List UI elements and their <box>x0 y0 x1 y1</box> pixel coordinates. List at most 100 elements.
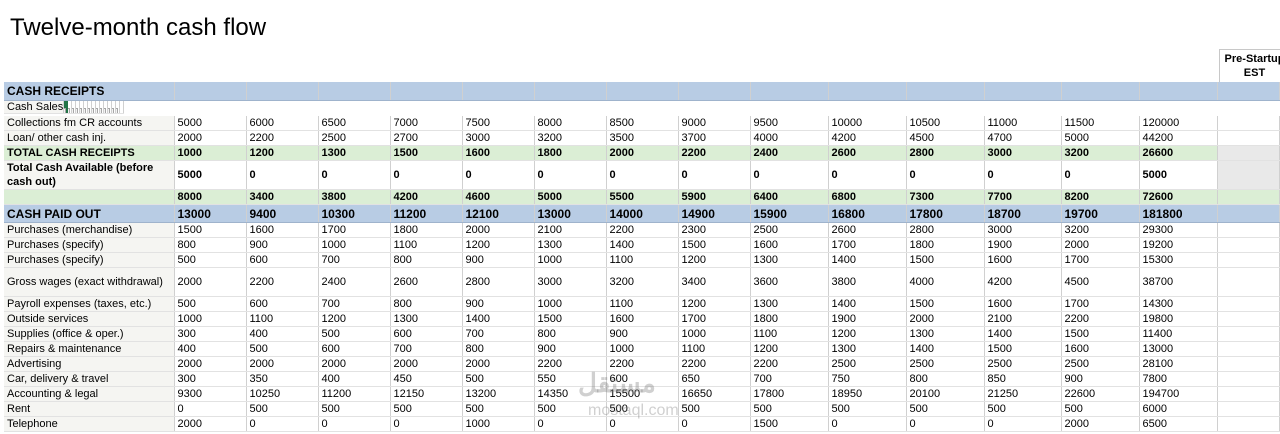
dropdown-arrow-icon[interactable] <box>95 107 99 113</box>
value-cell[interactable]: 2500 <box>318 130 391 146</box>
value-cell[interactable]: 1400 <box>606 237 679 253</box>
value-cell[interactable]: 1600 <box>984 296 1062 312</box>
value-cell[interactable]: 12100 <box>462 204 535 223</box>
value-cell[interactable]: 1200 <box>678 296 751 312</box>
value-cell[interactable]: 300 <box>174 371 247 387</box>
value-cell[interactable]: 4000 <box>750 130 829 146</box>
value-cell[interactable]: 0 <box>318 160 391 190</box>
value-cell[interactable]: 400 <box>246 326 319 342</box>
value-cell[interactable]: 1700 <box>678 311 751 327</box>
value-cell[interactable]: 900 <box>1061 371 1140 387</box>
value-cell[interactable]: 800 <box>174 237 247 253</box>
value-cell[interactable]: 2000 <box>390 356 463 372</box>
row-label[interactable]: Car, delivery & travel <box>4 371 175 387</box>
value-cell[interactable]: 800 <box>390 252 463 268</box>
pre-startup-cell[interactable] <box>1217 145 1280 161</box>
value-cell[interactable]: 1100 <box>606 252 679 268</box>
value-cell[interactable]: 4500 <box>1061 267 1140 297</box>
value-cell[interactable]: 16650 <box>678 386 751 402</box>
value-cell[interactable]: 2500 <box>750 222 829 238</box>
value-cell[interactable] <box>1061 82 1140 101</box>
value-cell[interactable]: 1200 <box>462 237 535 253</box>
value-cell[interactable]: 1100 <box>750 326 829 342</box>
value-cell[interactable]: 1000 <box>678 326 751 342</box>
value-cell[interactable]: 2400 <box>750 145 829 161</box>
value-cell[interactable]: 14300 <box>1139 296 1218 312</box>
value-cell[interactable]: 2000 <box>906 311 985 327</box>
value-cell[interactable]: 17800 <box>906 204 985 223</box>
value-cell[interactable]: 19800 <box>1139 311 1218 327</box>
pre-startup-cell[interactable] <box>1217 204 1280 223</box>
value-cell[interactable]: 1300 <box>534 237 607 253</box>
value-cell[interactable]: 6400 <box>750 189 829 205</box>
value-cell[interactable]: 500 <box>678 401 751 417</box>
value-cell[interactable]: 44200 <box>1139 130 1218 146</box>
value-cell[interactable]: 4200 <box>984 267 1062 297</box>
value-cell[interactable]: 300 <box>174 326 247 342</box>
value-cell[interactable]: 2600 <box>828 145 907 161</box>
value-cell[interactable]: 500 <box>1061 401 1140 417</box>
value-cell[interactable] <box>606 82 679 101</box>
value-cell[interactable]: 5000 <box>1061 130 1140 146</box>
value-cell[interactable]: 2500 <box>828 356 907 372</box>
value-cell[interactable]: 3200 <box>1061 145 1140 161</box>
value-cell[interactable]: 0 <box>906 416 985 432</box>
value-cell[interactable]: 2000 <box>174 416 247 432</box>
value-cell[interactable]: 1800 <box>906 237 985 253</box>
row-label[interactable]: Supplies (office & oper.) <box>4 326 175 342</box>
value-cell[interactable]: 0 <box>534 160 607 190</box>
value-cell[interactable]: 0 <box>828 160 907 190</box>
pre-startup-cell[interactable] <box>1217 189 1280 205</box>
value-cell[interactable]: 22600 <box>1061 386 1140 402</box>
dropdown-arrow-icon[interactable] <box>67 107 71 113</box>
value-cell[interactable]: 650 <box>678 371 751 387</box>
value-cell[interactable]: 9500 <box>750 115 829 131</box>
value-cell[interactable]: 1500 <box>390 145 463 161</box>
value-cell[interactable]: 2200 <box>1061 311 1140 327</box>
value-cell[interactable]: 500 <box>318 401 391 417</box>
value-cell[interactable]: 1600 <box>606 311 679 327</box>
value-cell[interactable]: 500 <box>246 401 319 417</box>
value-cell[interactable]: 1000 <box>174 311 247 327</box>
value-cell[interactable]: 2100 <box>534 222 607 238</box>
value-cell[interactable]: 1500 <box>534 311 607 327</box>
value-cell[interactable]: 2000 <box>318 356 391 372</box>
value-cell[interactable]: 2200 <box>678 145 751 161</box>
dropdown-arrow-icon[interactable] <box>75 107 79 113</box>
row-label[interactable]: Rent <box>4 401 175 417</box>
value-cell[interactable]: 194700 <box>1139 386 1218 402</box>
value-cell[interactable]: 3000 <box>462 130 535 146</box>
value-cell[interactable]: 1200 <box>318 311 391 327</box>
value-cell[interactable]: 0 <box>174 401 247 417</box>
value-cell[interactable]: 1800 <box>390 222 463 238</box>
value-cell[interactable]: 2000 <box>462 222 535 238</box>
row-label[interactable]: Purchases (merchandise) <box>4 222 175 238</box>
value-cell[interactable]: 4600 <box>462 189 535 205</box>
row-label[interactable]: Gross wages (exact withdrawal) <box>4 267 175 297</box>
value-cell[interactable]: 2000 <box>606 145 679 161</box>
value-cell[interactable]: 15900 <box>750 204 829 223</box>
pre-startup-cell[interactable] <box>1217 371 1280 387</box>
row-label[interactable]: Purchases (specify) <box>4 237 175 253</box>
value-cell[interactable]: 2200 <box>606 222 679 238</box>
value-cell[interactable]: 13200 <box>462 386 535 402</box>
dropdown-arrow-icon[interactable] <box>107 107 111 113</box>
value-cell[interactable]: 500 <box>750 401 829 417</box>
value-cell[interactable]: 1700 <box>1061 296 1140 312</box>
value-cell[interactable]: 0 <box>678 416 751 432</box>
value-cell[interactable]: 1000 <box>174 145 247 161</box>
value-cell[interactable]: 18950 <box>828 386 907 402</box>
value-cell[interactable]: 0 <box>390 160 463 190</box>
value-cell[interactable]: 1000 <box>534 296 607 312</box>
value-cell[interactable]: 0 <box>606 160 679 190</box>
value-cell[interactable]: 350 <box>246 371 319 387</box>
value-cell[interactable]: 3000 <box>984 145 1062 161</box>
value-cell[interactable]: 9300 <box>174 386 247 402</box>
value-cell[interactable]: 500 <box>174 252 247 268</box>
value-cell[interactable]: 1000 <box>534 252 607 268</box>
value-cell[interactable] <box>750 82 829 101</box>
value-cell[interactable]: 600 <box>246 296 319 312</box>
value-cell[interactable] <box>828 82 907 101</box>
value-cell[interactable]: 2000 <box>174 267 247 297</box>
value-cell[interactable]: 900 <box>534 341 607 357</box>
